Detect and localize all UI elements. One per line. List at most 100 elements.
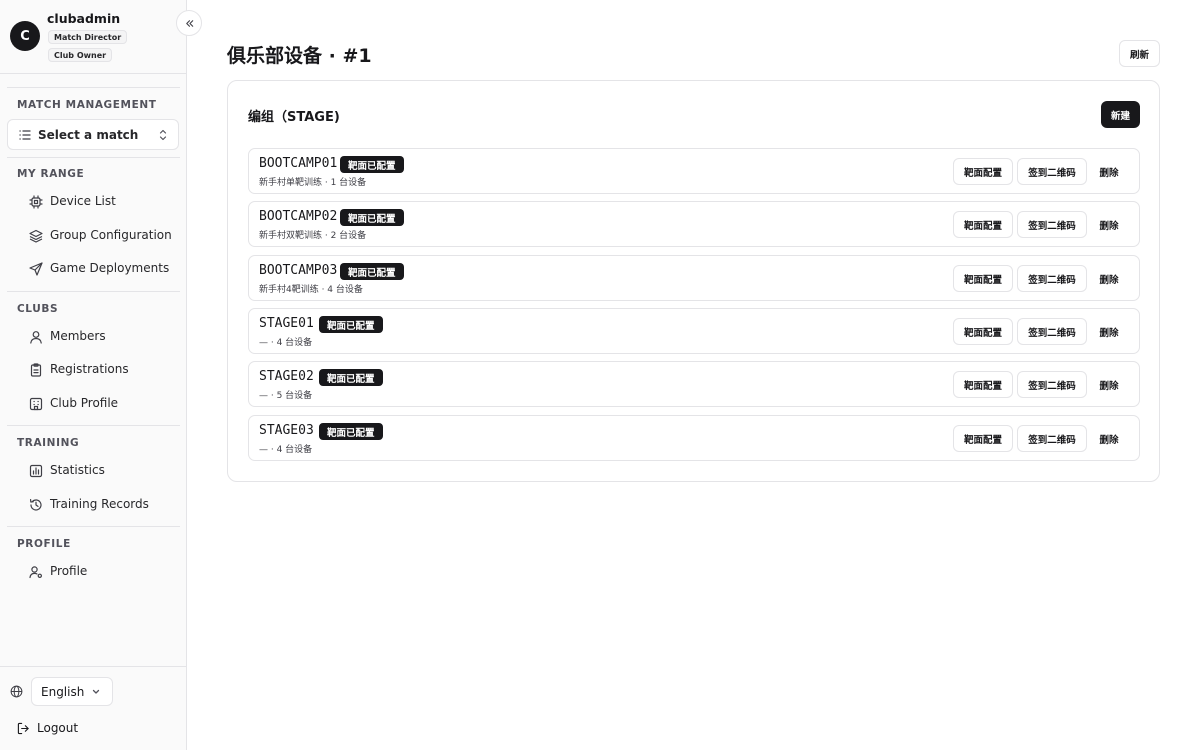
language-select[interactable]: English bbox=[31, 677, 113, 706]
status-badge: 靶面已配置 bbox=[340, 156, 404, 173]
card-title: 编组（STAGE) bbox=[248, 110, 340, 125]
username: clubadmin bbox=[47, 11, 121, 26]
divider bbox=[7, 291, 180, 292]
status-badge: 靶面已配置 bbox=[319, 316, 383, 333]
sidebar-item-registrations[interactable]: Registrations bbox=[7, 355, 179, 385]
checkin-qr-button[interactable]: 签到二维码 bbox=[1017, 265, 1087, 292]
section-label-my-range: MY RANGE bbox=[17, 168, 85, 180]
cpu-icon bbox=[29, 195, 43, 209]
sidebar-item-label: Members bbox=[50, 329, 106, 343]
status-badge: 靶面已配置 bbox=[319, 369, 383, 386]
stage-code: BOOTCAMP03 bbox=[259, 263, 338, 278]
list-icon bbox=[19, 130, 31, 140]
sidebar-item-label: Club Profile bbox=[50, 396, 119, 410]
status-badge: 靶面已配置 bbox=[340, 209, 404, 226]
divider bbox=[7, 526, 180, 527]
user-icon bbox=[30, 331, 42, 344]
stage-code: BOOTCAMP01 bbox=[259, 156, 338, 171]
sidebar-item-label: Group Configuration bbox=[50, 228, 172, 242]
divider bbox=[7, 87, 180, 88]
target-config-button[interactable]: 靶面配置 bbox=[953, 265, 1013, 292]
new-stage-button[interactable]: 新建 bbox=[1101, 101, 1140, 128]
section-label-training: TRAINING bbox=[17, 437, 80, 449]
sidebar-item-label: Training Records bbox=[50, 497, 149, 511]
sidebar-item-group-configuration[interactable]: Group Configuration bbox=[7, 221, 179, 251]
history-icon bbox=[30, 499, 42, 511]
target-config-button[interactable]: 靶面配置 bbox=[953, 425, 1013, 452]
match-select[interactable]: Select a match bbox=[7, 119, 179, 150]
delete-button[interactable]: 删除 bbox=[1094, 211, 1124, 238]
divider bbox=[7, 157, 180, 158]
checkin-qr-button[interactable]: 签到二维码 bbox=[1017, 371, 1087, 398]
delete-button[interactable]: 删除 bbox=[1094, 371, 1124, 398]
sidebar-item-statistics[interactable]: Statistics bbox=[7, 456, 179, 486]
stage-code: STAGE03 bbox=[259, 423, 314, 438]
role-badge-club-owner: Club Owner bbox=[48, 48, 113, 62]
avatar: C bbox=[10, 21, 40, 51]
sidebar-item-device-list[interactable]: Device List bbox=[7, 187, 179, 217]
chevrons-up-down-icon bbox=[159, 129, 167, 141]
checkin-qr-button[interactable]: 签到二维码 bbox=[1017, 425, 1087, 452]
stage-code: BOOTCAMP02 bbox=[259, 209, 338, 224]
stage-row: STAGE03 靶面已配置 — · 4 台设备 靶面配置 签到二维码 删除 bbox=[248, 415, 1140, 461]
stage-subtitle: 新手村单靶训练 · 1 台设备 bbox=[259, 178, 367, 188]
sidebar-item-profile[interactable]: Profile bbox=[7, 557, 179, 587]
building-icon bbox=[29, 397, 43, 411]
clipboard-icon bbox=[30, 363, 42, 377]
stage-row: STAGE02 靶面已配置 — · 5 台设备 靶面配置 签到二维码 删除 bbox=[248, 361, 1140, 407]
stage-row: STAGE01 靶面已配置 — · 4 台设备 靶面配置 签到二维码 删除 bbox=[248, 308, 1140, 354]
stage-subtitle: 新手村4靶训练 · 4 台设备 bbox=[259, 285, 363, 295]
collapse-sidebar-button[interactable] bbox=[176, 10, 202, 36]
role-badge-match-director: Match Director bbox=[48, 30, 128, 44]
page-title: 俱乐部设备 · #1 bbox=[227, 45, 372, 67]
user-profile-block: C clubadmin Match Director Club Owner bbox=[0, 0, 186, 74]
section-label-clubs: CLUBS bbox=[17, 303, 59, 315]
delete-button[interactable]: 删除 bbox=[1094, 425, 1124, 452]
divider bbox=[0, 666, 186, 667]
checkin-qr-button[interactable]: 签到二维码 bbox=[1017, 318, 1087, 345]
target-config-button[interactable]: 靶面配置 bbox=[953, 371, 1013, 398]
sidebar-item-members[interactable]: Members bbox=[7, 322, 179, 352]
delete-button[interactable]: 删除 bbox=[1094, 318, 1124, 345]
target-config-button[interactable]: 靶面配置 bbox=[953, 158, 1013, 185]
section-label-profile: PROFILE bbox=[17, 538, 71, 550]
delete-button[interactable]: 删除 bbox=[1094, 158, 1124, 185]
sidebar-item-label: Game Deployments bbox=[50, 261, 170, 275]
layers-icon bbox=[29, 229, 43, 243]
logout-button[interactable]: Logout bbox=[37, 721, 78, 735]
sidebar: C clubadmin Match Director Club Owner MA… bbox=[0, 0, 187, 750]
section-label-match-management: MATCH MANAGEMENT bbox=[17, 99, 157, 111]
sidebar-item-label: Registrations bbox=[50, 362, 129, 376]
checkin-qr-button[interactable]: 签到二维码 bbox=[1017, 211, 1087, 238]
target-config-button[interactable]: 靶面配置 bbox=[953, 211, 1013, 238]
delete-button[interactable]: 删除 bbox=[1094, 265, 1124, 292]
status-badge: 靶面已配置 bbox=[319, 423, 383, 440]
target-config-button[interactable]: 靶面配置 bbox=[953, 318, 1013, 345]
log-out-icon[interactable] bbox=[17, 722, 30, 735]
sidebar-item-game-deployments[interactable]: Game Deployments bbox=[7, 254, 179, 284]
stage-code: STAGE01 bbox=[259, 316, 314, 331]
divider bbox=[7, 425, 180, 426]
stage-subtitle: 新手村双靶训练 · 2 台设备 bbox=[259, 231, 367, 241]
stage-subtitle: — · 5 台设备 bbox=[259, 391, 313, 401]
stage-row: BOOTCAMP03 靶面已配置 新手村4靶训练 · 4 台设备 靶面配置 签到… bbox=[248, 255, 1140, 301]
stage-code: STAGE02 bbox=[259, 369, 314, 384]
globe-icon bbox=[10, 685, 23, 698]
refresh-button[interactable]: 刷新 bbox=[1119, 40, 1160, 67]
checkin-qr-button[interactable]: 签到二维码 bbox=[1017, 158, 1087, 185]
bar-chart-icon bbox=[29, 464, 43, 478]
stage-subtitle: — · 4 台设备 bbox=[259, 338, 313, 348]
sidebar-item-label: Statistics bbox=[50, 463, 105, 477]
language-select-value: English bbox=[41, 685, 85, 699]
user-cog-icon bbox=[29, 566, 42, 579]
status-badge: 靶面已配置 bbox=[340, 263, 404, 280]
chevrons-left-icon bbox=[185, 19, 193, 27]
send-icon bbox=[29, 262, 43, 276]
stage-subtitle: — · 4 台设备 bbox=[259, 445, 313, 455]
sidebar-item-training-records[interactable]: Training Records bbox=[7, 490, 179, 520]
match-select-placeholder: Select a match bbox=[38, 128, 139, 142]
sidebar-item-club-profile[interactable]: Club Profile bbox=[7, 389, 179, 419]
sidebar-item-label: Profile bbox=[50, 564, 88, 578]
stage-card: 编组（STAGE) 新建 BOOTCAMP01 靶面已配置 新手村单靶训练 · … bbox=[227, 80, 1160, 482]
stage-row: BOOTCAMP01 靶面已配置 新手村单靶训练 · 1 台设备 靶面配置 签到… bbox=[248, 148, 1140, 194]
